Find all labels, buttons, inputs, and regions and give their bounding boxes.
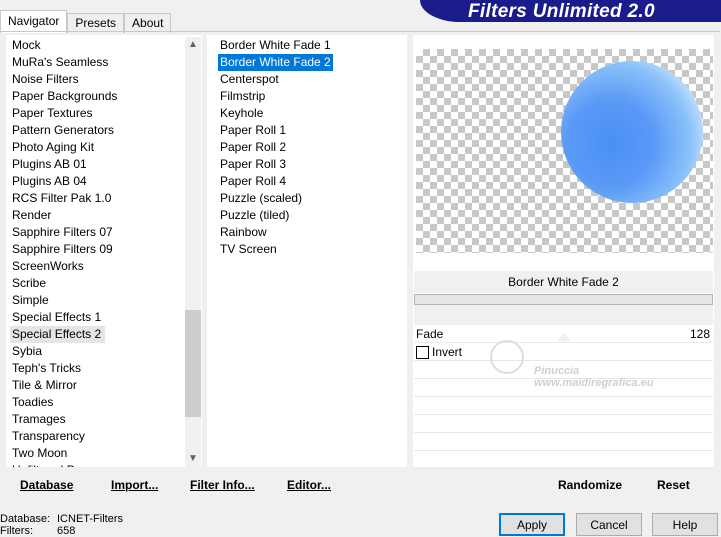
fade-slider[interactable]: [414, 305, 713, 325]
category-item[interactable]: Unfiltered Ps...: [12, 462, 91, 467]
tab-about[interactable]: About: [124, 13, 172, 33]
category-item[interactable]: Plugins AB 01: [12, 156, 87, 173]
category-item[interactable]: Tile & Mirror: [12, 377, 77, 394]
filter-item[interactable]: Border White Fade 2: [218, 54, 333, 71]
category-item[interactable]: MuRa's Seamless: [12, 54, 108, 71]
param-row: [414, 433, 713, 451]
param-row: [414, 325, 713, 343]
category-item[interactable]: RCS Filter Pak 1.0: [12, 190, 111, 207]
category-item[interactable]: Transparency: [12, 428, 85, 445]
filter-item[interactable]: Paper Roll 4: [218, 173, 288, 190]
category-item[interactable]: Noise Filters: [12, 71, 79, 88]
category-item[interactable]: Pattern Generators: [12, 122, 114, 139]
watermark-logo-icon: [490, 340, 524, 374]
preview-sphere: [561, 61, 703, 203]
tab-presets[interactable]: Presets: [67, 13, 125, 33]
filter-item[interactable]: Paper Roll 2: [218, 139, 288, 156]
category-item[interactable]: Render: [12, 207, 51, 224]
fade-label: Fade: [416, 327, 444, 341]
watermark-name: Pinuccia: [534, 365, 580, 377]
invert-checkbox[interactable]: [416, 346, 429, 359]
category-item[interactable]: Paper Textures: [12, 105, 93, 122]
scroll-thumb[interactable]: [185, 310, 201, 417]
fade-value: 128: [690, 327, 711, 341]
current-filter-name: Border White Fade 2: [414, 271, 713, 293]
filter-item[interactable]: Filmstrip: [218, 88, 267, 105]
scroll-down-icon[interactable]: ▼: [185, 451, 201, 467]
category-item[interactable]: Simple: [12, 292, 49, 309]
reset-button[interactable]: Reset: [657, 478, 690, 492]
filter-item[interactable]: Border White Fade 1: [218, 37, 333, 54]
editor-button[interactable]: Editor...: [287, 478, 331, 492]
scroll-up-icon[interactable]: ▲: [185, 37, 201, 53]
filter-list[interactable]: Border White Fade 1 Border White Fade 2 Ce…: [207, 35, 407, 467]
filter-item[interactable]: Rainbow: [218, 224, 269, 241]
category-scrollbar[interactable]: ▲ ▼: [185, 37, 201, 467]
tab-navigator[interactable]: Navigator: [0, 10, 68, 33]
filter-item[interactable]: Puzzle (scaled): [218, 190, 304, 207]
title-banner: Filters Unlimited 2.0: [420, 0, 721, 22]
status-database-label: Database:: [0, 513, 51, 525]
category-item[interactable]: Teph's Tricks: [12, 360, 81, 377]
category-item[interactable]: Paper Backgrounds: [12, 88, 117, 105]
status-filters-label: Filters:: [0, 525, 33, 537]
filter-item[interactable]: TV Screen: [218, 241, 279, 258]
help-button[interactable]: Help: [652, 513, 718, 536]
param-row: [414, 397, 713, 415]
filter-item[interactable]: Paper Roll 1: [218, 122, 288, 139]
category-item[interactable]: Two Moon: [12, 445, 67, 462]
category-item[interactable]: Special Effects 2: [10, 326, 106, 343]
category-item[interactable]: Plugins AB 04: [12, 173, 87, 190]
status-database-value: ICNET-Filters: [57, 513, 123, 525]
category-item[interactable]: Tramages: [12, 411, 66, 428]
cancel-button[interactable]: Cancel: [576, 513, 642, 536]
import-button[interactable]: Import...: [111, 478, 158, 492]
category-item[interactable]: Sybia: [12, 343, 42, 360]
filter-item[interactable]: Centerspot: [218, 71, 281, 88]
param-row: [414, 415, 713, 433]
category-item[interactable]: Toadies: [12, 394, 53, 411]
category-item[interactable]: ScreenWorks: [12, 258, 84, 275]
progress-bar: [414, 294, 713, 305]
category-item[interactable]: Sapphire Filters 07: [12, 224, 113, 241]
status-filters-value: 658: [57, 525, 76, 537]
filter-item[interactable]: Paper Roll 3: [218, 156, 288, 173]
app-title: Filters Unlimited 2.0: [468, 1, 655, 22]
category-item[interactable]: Sapphire Filters 09: [12, 241, 113, 258]
tab-bar: Navigator Presets About: [0, 10, 172, 33]
randomize-button[interactable]: Randomize: [558, 478, 622, 492]
category-item[interactable]: Photo Aging Kit: [12, 139, 94, 156]
category-list[interactable]: Mock MuRa's Seamless Noise Filters Paper Ba…: [6, 35, 202, 467]
category-item[interactable]: Special Effects 1: [12, 309, 101, 326]
apply-button[interactable]: Apply: [499, 513, 565, 536]
watermark-url: www.maidiregrafica.eu: [534, 377, 654, 389]
database-button[interactable]: Database: [20, 478, 73, 492]
filter-item[interactable]: Keyhole: [218, 105, 265, 122]
category-item[interactable]: Mock: [12, 37, 41, 54]
invert-label: Invert: [432, 345, 463, 359]
filter-info-button[interactable]: Filter Info...: [190, 478, 255, 492]
param-row: [414, 451, 713, 469]
filter-item[interactable]: Puzzle (tiled): [218, 207, 291, 224]
category-item[interactable]: Scribe: [12, 275, 46, 292]
